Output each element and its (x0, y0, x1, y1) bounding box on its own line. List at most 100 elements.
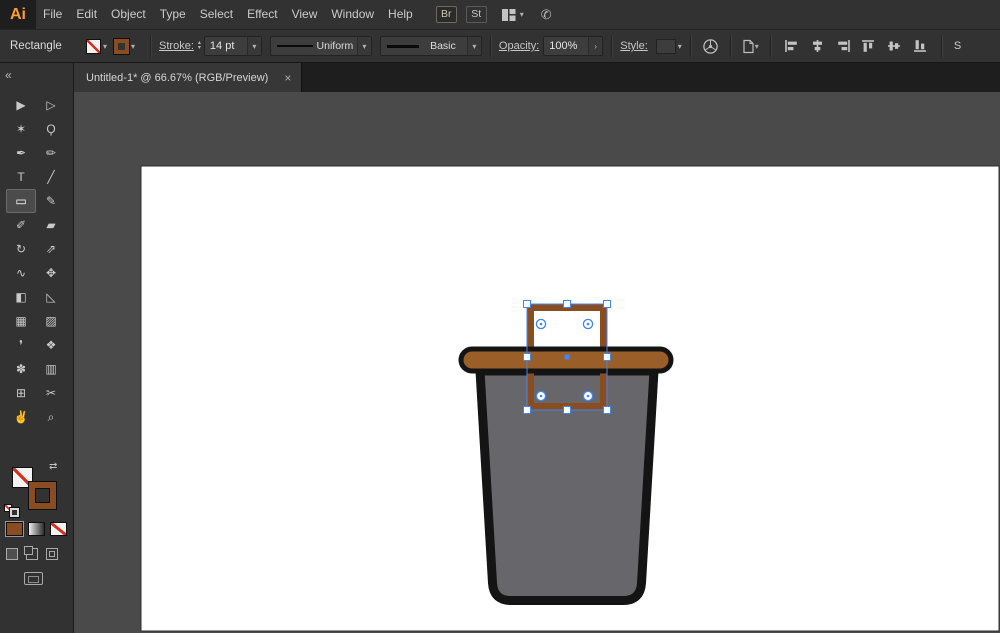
fill-none-swatch (86, 39, 101, 54)
menu-item-file[interactable]: File (36, 0, 69, 29)
document-options-dropdown[interactable]: ▾ (742, 39, 759, 54)
align-vertical-bottom-icon[interactable] (913, 39, 928, 53)
opacity-open-arrow-icon[interactable]: › (588, 37, 602, 55)
direct-selection-tool[interactable]: ▷ (36, 93, 66, 117)
color-button[interactable] (6, 522, 23, 536)
share-icon[interactable]: ✆ (541, 7, 552, 23)
swap-fill-stroke-icon[interactable]: ⇄ (49, 461, 57, 472)
selection-handle[interactable] (604, 354, 611, 361)
gradient-tool[interactable]: ▨ (36, 309, 66, 333)
hand-tool[interactable]: ✌ (6, 405, 36, 429)
illustrator-window: Ai FileEditObjectTypeSelectEffectViewWin… (0, 0, 1000, 633)
fill-swatch-dropdown[interactable]: ▾ (86, 39, 107, 54)
paintbrush-tool[interactable]: ✎ (36, 189, 66, 213)
eraser-tool[interactable]: ▰ (36, 213, 66, 237)
align-horizontal-right-icon[interactable] (836, 39, 851, 53)
selection-handle[interactable] (604, 407, 611, 414)
tab-close-icon[interactable]: × (284, 71, 291, 85)
corner-widget-dot (587, 395, 590, 398)
selection-handle[interactable] (604, 301, 611, 308)
blend-tool[interactable]: ❖ (36, 333, 66, 357)
stroke-swatch-dropdown[interactable]: ▾ (114, 39, 135, 54)
stock-button[interactable]: St (466, 6, 487, 23)
recolor-artwork-button[interactable] (702, 38, 719, 55)
stroke-indicator[interactable] (29, 482, 56, 509)
gradient-button[interactable] (28, 522, 45, 536)
chevron-down-icon[interactable]: ▾ (357, 37, 371, 55)
opacity-field[interactable]: 100% › (543, 36, 603, 56)
align-horizontal-center-icon[interactable] (810, 39, 825, 53)
magic-wand-tool[interactable]: ✶ (6, 117, 36, 141)
width-tool[interactable]: ∿ (6, 261, 36, 285)
canvas-area[interactable] (74, 92, 1000, 633)
corner-widget-dot (540, 323, 543, 326)
menu-item-view[interactable]: View (285, 0, 325, 29)
none-button[interactable] (50, 522, 67, 536)
chevron-down-icon[interactable]: ▾ (247, 37, 261, 55)
workspace-switcher[interactable]: ▾ (501, 8, 524, 22)
zoom-tool[interactable]: ⌕ (36, 405, 66, 429)
selection-handle[interactable] (524, 407, 531, 414)
document-tab[interactable]: Untitled-1* @ 66.67% (RGB/Preview) × (74, 63, 302, 92)
stroke-weight-stepper[interactable]: ▴ ▾ (198, 41, 201, 51)
selection-handle[interactable] (524, 301, 531, 308)
draw-normal-button[interactable] (6, 548, 18, 560)
menu-item-type[interactable]: Type (153, 0, 193, 29)
scale-tool[interactable]: ⇗ (36, 237, 66, 261)
align-vertical-top-icon[interactable] (861, 39, 876, 53)
collapse-panel-button[interactable]: « (5, 68, 12, 82)
rotate-tool[interactable]: ↻ (6, 237, 36, 261)
selection-center-point[interactable] (565, 355, 570, 360)
menu-item-edit[interactable]: Edit (69, 0, 104, 29)
eyedropper-tool[interactable]: ❜ (6, 333, 36, 357)
menu-bar: Ai FileEditObjectTypeSelectEffectViewWin… (0, 0, 1000, 30)
align-vertical-center-icon[interactable] (887, 39, 902, 53)
symbol-sprayer-tool[interactable]: ✽ (6, 357, 36, 381)
stroke-panel-link[interactable]: Stroke: (159, 40, 194, 52)
draw-behind-button[interactable] (26, 548, 38, 560)
selection-handle[interactable] (564, 301, 571, 308)
recolor-artwork-icon (702, 38, 719, 55)
vertical-align-group (861, 39, 928, 53)
mesh-tool[interactable]: ▦ (6, 309, 36, 333)
brush-definition-dropdown[interactable]: Basic ▾ (380, 36, 482, 56)
lasso-tool[interactable]: Ϙ (36, 117, 66, 141)
graphic-style-dropdown[interactable]: ▾ (656, 39, 682, 54)
selection-handle[interactable] (524, 354, 531, 361)
pen-tool[interactable]: ✒ (6, 141, 36, 165)
width-profile-dropdown[interactable]: Uniform ▾ (270, 36, 372, 56)
artboard-tool[interactable]: ⊞ (6, 381, 36, 405)
menu-item-window[interactable]: Window (324, 0, 381, 29)
style-panel-link[interactable]: Style: (620, 40, 648, 52)
menu-item-select[interactable]: Select (193, 0, 240, 29)
shaper-tool[interactable]: ✐ (6, 213, 36, 237)
selection-handle[interactable] (564, 407, 571, 414)
free-transform-tool[interactable]: ✥ (36, 261, 66, 285)
width-profile-preview (277, 45, 313, 47)
brush-preview (387, 45, 419, 48)
slice-tool[interactable]: ✂ (36, 381, 66, 405)
bucket-lid-shape[interactable] (461, 349, 671, 371)
default-fill-stroke-button[interactable] (4, 504, 20, 517)
opacity-panel-link[interactable]: Opacity: (499, 40, 539, 52)
opacity-value: 100% (544, 40, 582, 52)
step-down-icon[interactable]: ▾ (198, 46, 201, 51)
draw-inside-button[interactable] (46, 548, 58, 560)
perspective-grid-tool[interactable]: ◺ (36, 285, 66, 309)
context-label: Rectangle (10, 40, 74, 52)
shape-builder-tool[interactable]: ◧ (6, 285, 36, 309)
screen-mode-button[interactable] (24, 572, 43, 585)
stroke-weight-field[interactable]: 14 pt ▾ (204, 36, 262, 56)
selection-tool[interactable]: ▶ (6, 93, 36, 117)
rectangle-tool[interactable]: ▭ (6, 189, 36, 213)
curvature-tool[interactable]: ✏ (36, 141, 66, 165)
chevron-down-icon[interactable]: ▾ (467, 37, 481, 55)
type-tool[interactable]: T (6, 165, 36, 189)
menu-item-object[interactable]: Object (104, 0, 153, 29)
bridge-button[interactable]: Br (436, 6, 457, 23)
menu-item-effect[interactable]: Effect (240, 0, 284, 29)
menu-item-help[interactable]: Help (381, 0, 420, 29)
column-graph-tool[interactable]: ▥ (36, 357, 66, 381)
align-horizontal-left-icon[interactable] (784, 39, 799, 53)
line-segment-tool[interactable]: ╱ (36, 165, 66, 189)
